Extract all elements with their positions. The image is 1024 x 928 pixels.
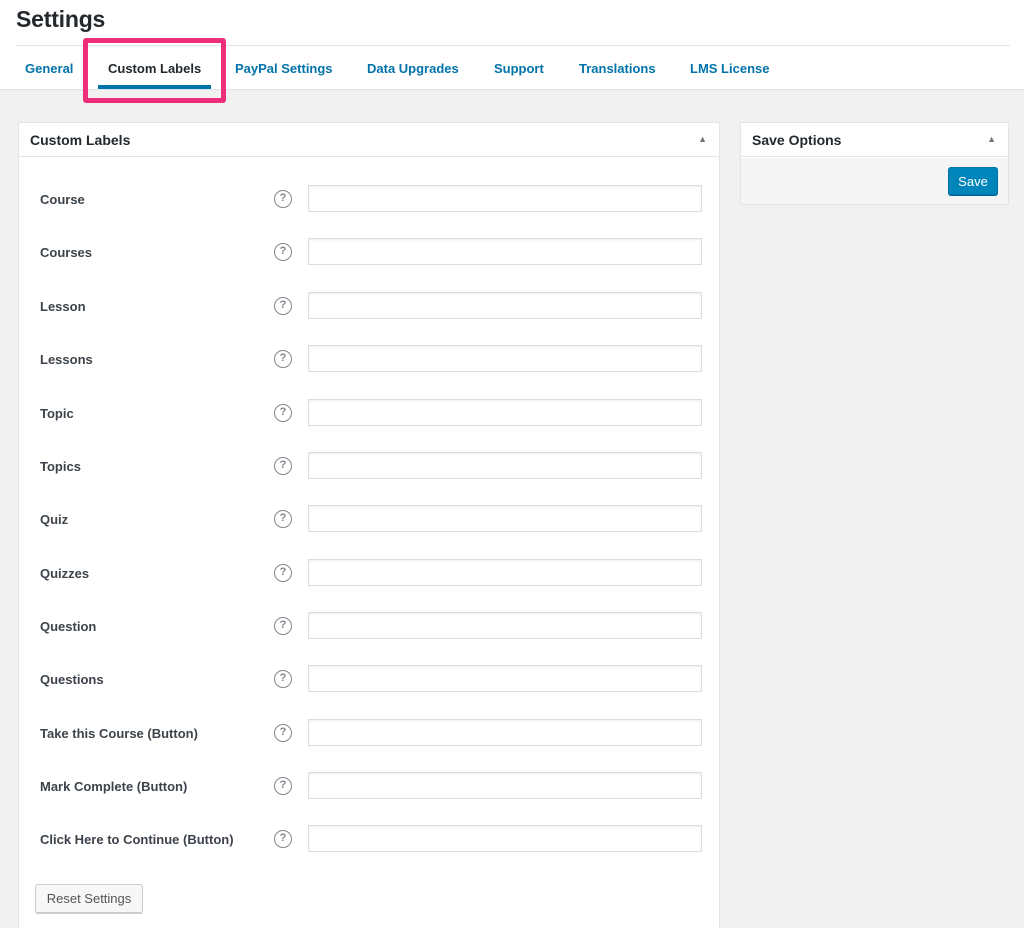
tab-data-upgrades[interactable]: Data Upgrades	[367, 61, 459, 76]
tab-bar: General Custom Labels PayPal Settings Da…	[0, 46, 1024, 90]
field-row-continue-button: Click Here to Continue (Button) ?	[19, 825, 719, 853]
field-row-topics: Topics ?	[19, 452, 719, 480]
continue-button-label-input[interactable]	[308, 825, 702, 852]
field-label: Lessons	[40, 352, 93, 367]
field-row-lessons: Lessons ?	[19, 345, 719, 373]
topics-label-input[interactable]	[308, 452, 702, 479]
tab-general[interactable]: General	[25, 61, 73, 76]
panel-title: Save Options	[752, 132, 842, 148]
field-label: Question	[40, 619, 97, 634]
tab-lms-license[interactable]: LMS License	[690, 61, 769, 76]
questions-label-input[interactable]	[308, 665, 702, 692]
field-label: Course	[40, 192, 85, 207]
tab-translations[interactable]: Translations	[579, 61, 656, 76]
active-tab-indicator	[98, 85, 211, 89]
field-row-mark-complete-button: Mark Complete (Button) ?	[19, 772, 719, 800]
question-circle-icon[interactable]: ?	[274, 297, 292, 315]
field-row-courses: Courses ?	[19, 238, 719, 266]
question-circle-icon[interactable]: ?	[274, 724, 292, 742]
question-circle-icon[interactable]: ?	[274, 564, 292, 582]
triangle-up-icon[interactable]: ▲	[698, 134, 707, 144]
panel-header: Save Options ▲	[741, 123, 1008, 157]
tab-custom-labels[interactable]: Custom Labels	[108, 61, 201, 76]
question-circle-icon[interactable]: ?	[274, 617, 292, 635]
field-row-topic: Topic ?	[19, 399, 719, 427]
field-label: Click Here to Continue (Button)	[40, 832, 234, 847]
field-label: Quizzes	[40, 566, 90, 581]
question-circle-icon[interactable]: ?	[274, 243, 292, 261]
page-title: Settings	[16, 6, 106, 32]
field-label: Quiz	[40, 512, 69, 527]
field-row-take-course-button: Take this Course (Button) ?	[19, 719, 719, 747]
tab-support[interactable]: Support	[494, 61, 544, 76]
field-row-quiz: Quiz ?	[19, 505, 719, 533]
field-label: Mark Complete (Button)	[40, 779, 188, 794]
field-row-quizzes: Quizzes ?	[19, 559, 719, 587]
question-circle-icon[interactable]: ?	[274, 190, 292, 208]
save-options-panel: Save Options ▲ Save	[740, 122, 1009, 205]
header: Settings General Custom Labels PayPal Se…	[0, 0, 1024, 103]
question-circle-icon[interactable]: ?	[274, 350, 292, 368]
quiz-label-input[interactable]	[308, 505, 702, 532]
field-row-questions: Questions ?	[19, 665, 719, 693]
mark-complete-button-label-input[interactable]	[308, 772, 702, 799]
question-circle-icon[interactable]: ?	[274, 404, 292, 422]
field-label: Topic	[40, 406, 74, 421]
take-course-button-label-input[interactable]	[308, 719, 702, 746]
field-label: Take this Course (Button)	[40, 726, 198, 741]
question-circle-icon[interactable]: ?	[274, 777, 292, 795]
save-options-body: Save	[741, 158, 1008, 204]
question-circle-icon[interactable]: ?	[274, 830, 292, 848]
question-circle-icon[interactable]: ?	[274, 670, 292, 688]
field-row-lesson: Lesson ?	[19, 292, 719, 320]
lessons-label-input[interactable]	[308, 345, 702, 372]
custom-labels-panel: Custom Labels ▲ Course ? Courses ? Lesso…	[18, 122, 720, 928]
field-label: Lesson	[40, 299, 86, 314]
panel-title: Custom Labels	[30, 132, 131, 148]
field-row-question: Question ?	[19, 612, 719, 640]
save-button[interactable]: Save	[948, 167, 998, 195]
field-label: Courses	[40, 245, 93, 260]
courses-label-input[interactable]	[308, 238, 702, 265]
reset-settings-button[interactable]: Reset Settings	[35, 884, 143, 913]
tab-paypal-settings[interactable]: PayPal Settings	[235, 61, 333, 76]
question-label-input[interactable]	[308, 612, 702, 639]
course-label-input[interactable]	[308, 185, 702, 212]
question-circle-icon[interactable]: ?	[274, 457, 292, 475]
field-label: Topics	[40, 459, 81, 474]
field-row-course: Course ?	[19, 185, 719, 213]
triangle-up-icon[interactable]: ▲	[987, 134, 996, 144]
question-circle-icon[interactable]: ?	[274, 510, 292, 528]
topic-label-input[interactable]	[308, 399, 702, 426]
lesson-label-input[interactable]	[308, 292, 702, 319]
quizzes-label-input[interactable]	[308, 559, 702, 586]
field-label: Questions	[40, 672, 104, 687]
panel-header: Custom Labels ▲	[19, 123, 719, 157]
